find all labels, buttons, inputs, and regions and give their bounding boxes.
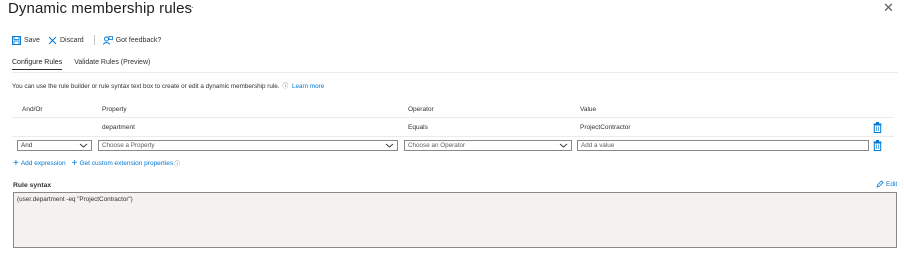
pencil-icon	[876, 180, 884, 188]
info-icon[interactable]: ⓘ	[174, 159, 180, 168]
close-icon[interactable]: ✕	[883, 1, 894, 14]
header-property: Property	[102, 106, 127, 113]
operator-placeholder: Choose an Operator	[408, 142, 466, 149]
feedback-label: Got feedback?	[115, 36, 162, 44]
plus-icon: +	[71, 157, 78, 169]
add-actions: + Add expression + Get custom extension …	[13, 157, 180, 169]
plus-icon: +	[13, 157, 19, 169]
feedback-icon	[102, 35, 113, 45]
page-title: Dynamic membership rules	[8, 0, 193, 17]
rule-syntax-textbox[interactable]: (user.department -eq "ProjectContractor"…	[13, 192, 897, 248]
row-property: department	[102, 124, 135, 131]
more-options-icon[interactable]: ···	[182, 2, 195, 13]
discard-icon	[48, 36, 57, 44]
value-input[interactable]: Add a value	[577, 140, 869, 151]
header-divider	[12, 117, 894, 118]
command-bar: Save Discard Got feedback?	[12, 34, 169, 46]
and-or-dropdown[interactable]: And	[17, 140, 92, 151]
and-or-value: And	[21, 142, 33, 149]
info-text: You can use the rule builder or rule syn…	[12, 81, 324, 90]
delete-new-row-icon[interactable]	[873, 140, 882, 151]
info-icon[interactable]: ⓘ	[282, 84, 288, 90]
chevron-down-icon	[385, 143, 394, 148]
info-description: You can use the rule builder or rule syn…	[12, 83, 280, 90]
delete-row-icon[interactable]	[873, 122, 882, 133]
edit-button[interactable]: Edit	[876, 180, 897, 188]
custom-properties-link[interactable]: Get custom extension properties	[80, 160, 174, 167]
chevron-down-icon	[559, 143, 568, 148]
header-operator: Operator	[408, 106, 434, 113]
discard-button[interactable]: Discard	[48, 36, 84, 45]
tab-configure-rules[interactable]: Configure Rules	[12, 59, 63, 70]
tab-validate-rules[interactable]: Validate Rules (Preview)	[74, 59, 150, 70]
discard-label: Discard	[59, 36, 84, 44]
row-value: ProjectContractor	[580, 124, 631, 131]
learn-more-link[interactable]: Learn more	[292, 83, 324, 90]
save-button[interactable]: Save	[12, 35, 40, 45]
row-divider	[12, 136, 894, 137]
operator-dropdown[interactable]: Choose an Operator	[404, 140, 572, 151]
feedback-button[interactable]: Got feedback?	[102, 35, 162, 45]
tabs-divider	[12, 72, 898, 73]
chevron-down-icon	[79, 143, 88, 148]
edit-label: Edit	[886, 180, 898, 188]
row-operator: Equals	[408, 124, 428, 131]
tab-bar: Configure Rules Validate Rules (Preview)	[12, 59, 162, 70]
property-placeholder: Choose a Property	[102, 142, 155, 149]
save-label: Save	[24, 36, 40, 44]
save-icon	[12, 35, 21, 45]
rule-syntax-label: Rule syntax	[13, 182, 52, 189]
header-and-or: And/Or	[22, 106, 43, 113]
add-expression-link[interactable]: Add expression	[21, 160, 66, 167]
command-separator	[93, 35, 95, 45]
property-dropdown[interactable]: Choose a Property	[98, 140, 398, 151]
header-value: Value	[580, 106, 597, 113]
